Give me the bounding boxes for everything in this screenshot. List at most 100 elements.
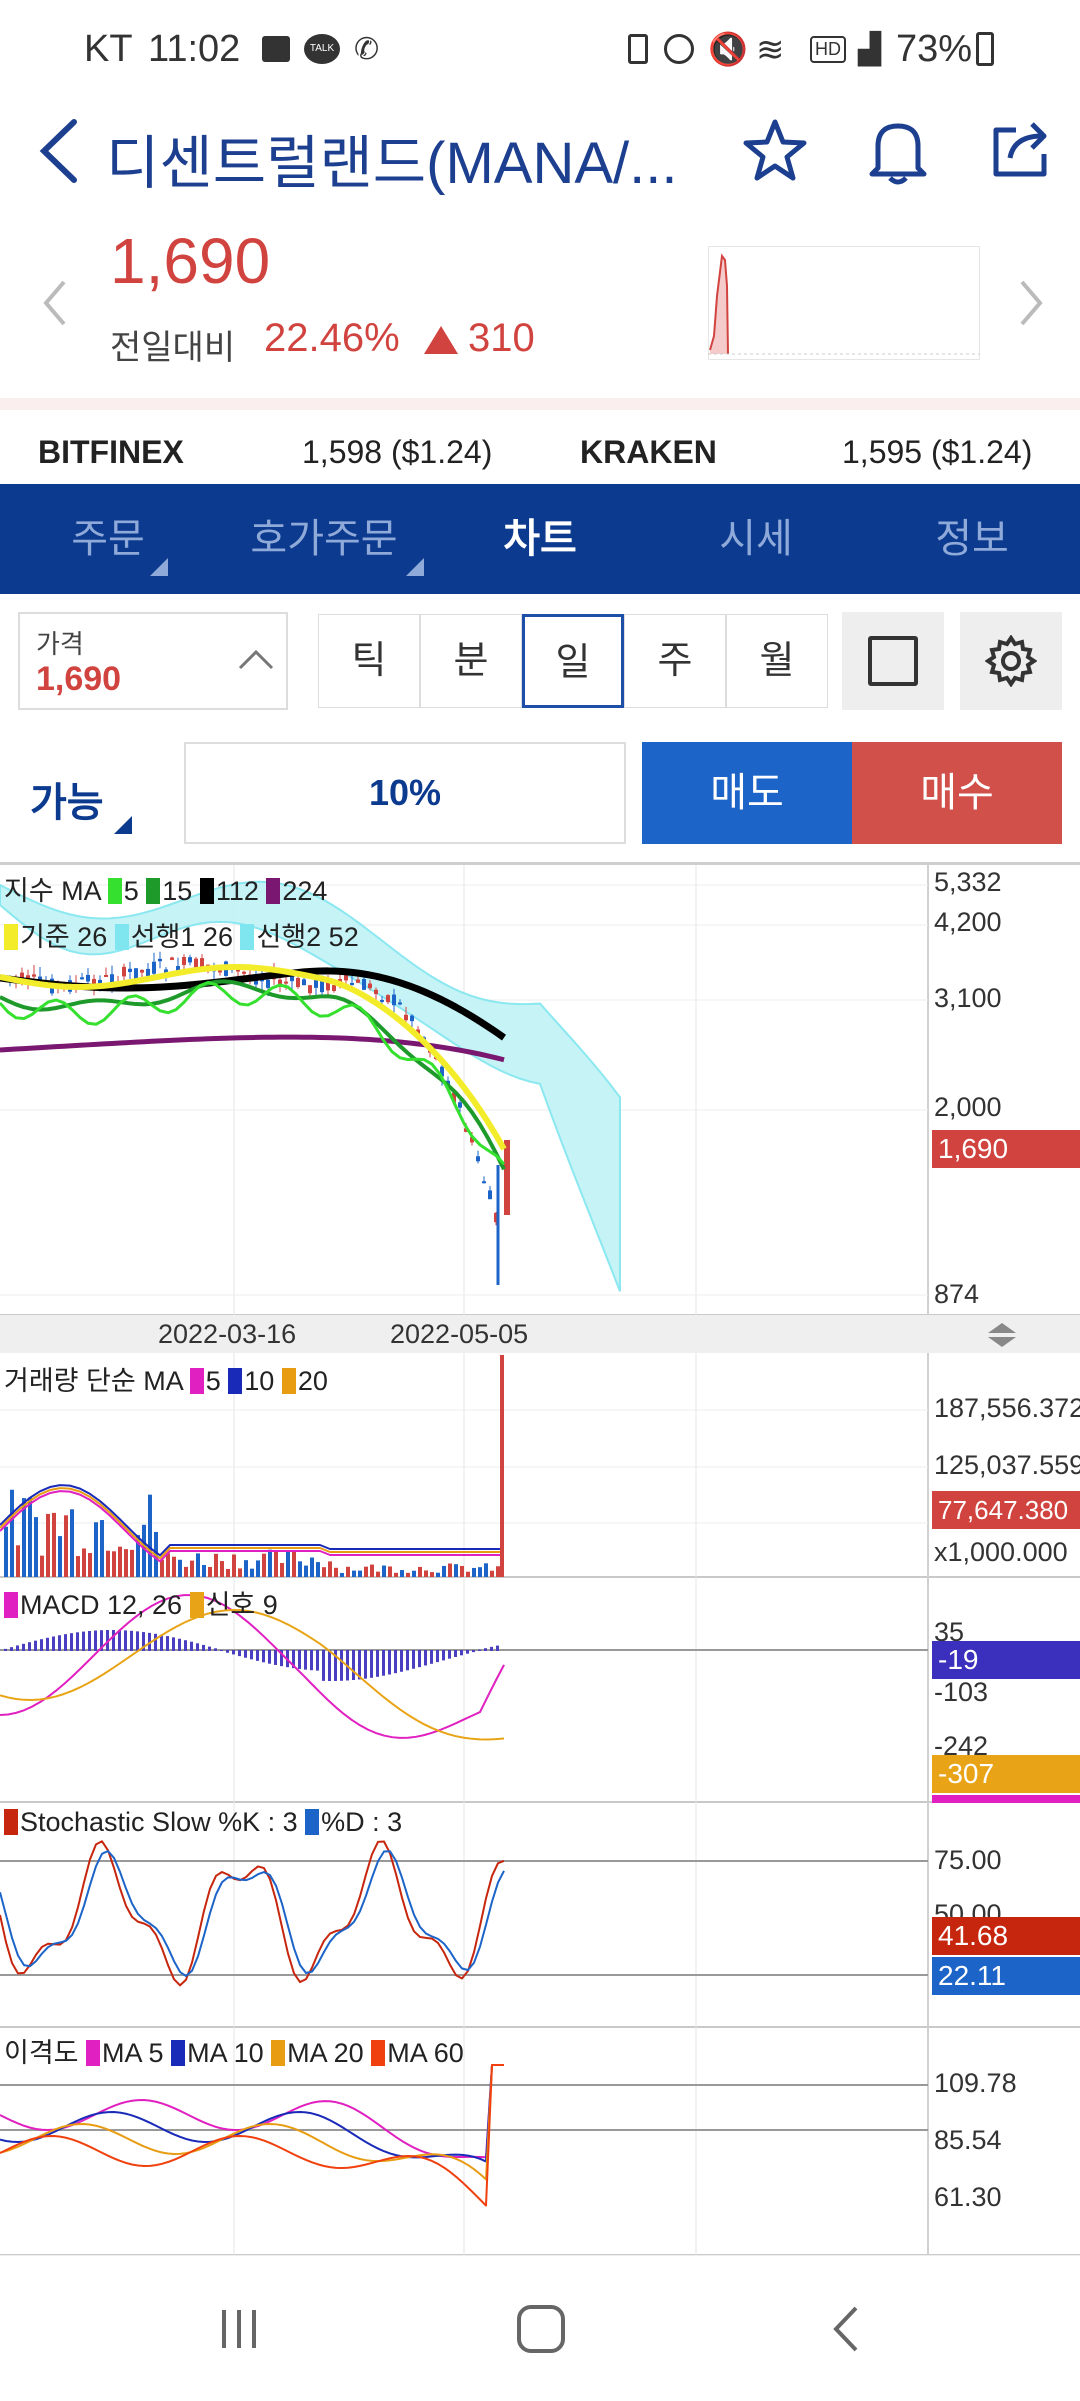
volume-bar bbox=[430, 1572, 434, 1577]
macd-badge: -19 bbox=[932, 1641, 1080, 1679]
star-icon[interactable] bbox=[742, 118, 808, 184]
gear-icon bbox=[985, 635, 1037, 687]
home-icon[interactable] bbox=[514, 2302, 568, 2356]
macd-bar bbox=[208, 1646, 211, 1651]
available-selector[interactable]: 가능 bbox=[0, 740, 170, 844]
volume-bar bbox=[472, 1567, 476, 1577]
tab-market[interactable]: 시세 bbox=[648, 484, 864, 594]
resize-handle-icon[interactable] bbox=[984, 1321, 1020, 1349]
settings-button[interactable] bbox=[960, 612, 1062, 710]
tab-chart[interactable]: 차트 bbox=[432, 484, 648, 594]
bell-icon[interactable] bbox=[866, 116, 930, 186]
legend-swatch bbox=[114, 924, 129, 950]
price-selector[interactable]: 가격 1,690 bbox=[18, 612, 288, 710]
tab-info[interactable]: 정보 bbox=[864, 484, 1080, 594]
macd-bar bbox=[166, 1636, 169, 1651]
candle-body bbox=[128, 968, 132, 973]
candle-body bbox=[362, 979, 366, 990]
legend-value: 5 bbox=[205, 1366, 221, 1396]
x-tick-label: 2022-03-16 bbox=[158, 1319, 297, 1349]
candle-body bbox=[350, 982, 354, 985]
macd-bar bbox=[412, 1650, 415, 1669]
volume-bar bbox=[34, 1517, 38, 1577]
dropdown-corner-icon bbox=[150, 558, 168, 576]
legend-swatch bbox=[199, 878, 214, 904]
macd-bar bbox=[490, 1646, 493, 1651]
volume-bar bbox=[394, 1572, 398, 1577]
y-tick-label: 874 bbox=[934, 1279, 980, 1309]
macd-bar bbox=[88, 1630, 91, 1651]
legend-swatch bbox=[171, 2040, 186, 2066]
prev-arrow-icon[interactable] bbox=[40, 278, 70, 328]
macd-bar bbox=[28, 1642, 31, 1651]
macd-bar bbox=[22, 1643, 25, 1651]
tab-order[interactable]: 주문 bbox=[0, 484, 216, 594]
volume-bar bbox=[226, 1568, 230, 1577]
candle-body bbox=[320, 981, 324, 993]
legend-swatch bbox=[240, 924, 255, 950]
volume-bar bbox=[250, 1568, 254, 1577]
signal-line bbox=[0, 1609, 505, 1741]
volume-bar bbox=[466, 1571, 470, 1577]
legend-title: 거래량 단순 MA bbox=[4, 1366, 183, 1396]
share-icon[interactable] bbox=[988, 116, 1054, 182]
macd-bar bbox=[178, 1638, 181, 1651]
period-week[interactable]: 주 bbox=[624, 614, 726, 708]
candle-body bbox=[332, 985, 336, 991]
volume-bar bbox=[178, 1559, 182, 1577]
volume-bar bbox=[496, 1566, 500, 1577]
candle-body bbox=[158, 958, 162, 962]
volume-bar bbox=[16, 1545, 20, 1577]
hd-icon: HD bbox=[810, 36, 846, 63]
legend-value: 선행2 52 bbox=[256, 922, 359, 952]
candle-body bbox=[504, 1140, 510, 1215]
talk-icon: TALK bbox=[304, 34, 340, 64]
candle-body bbox=[404, 1014, 408, 1021]
disparity-line bbox=[0, 2064, 504, 2207]
candle-body bbox=[488, 1190, 492, 1200]
recent-apps-icon[interactable] bbox=[214, 2304, 264, 2354]
current-price: 1,690 bbox=[110, 225, 271, 297]
legend-swatch bbox=[371, 2040, 386, 2066]
y-tick-label: 4,200 bbox=[934, 907, 1002, 937]
exchange-row: BITFINEX 1,598 ($1.24) KRAKEN 1,595 ($1.… bbox=[0, 420, 1080, 480]
chart-area[interactable]: 지수 MA 5 15 112 224 기준 26 선행1 26 선행2 52 5… bbox=[0, 865, 1080, 2255]
back-arrow-icon[interactable] bbox=[34, 116, 84, 186]
candle-body bbox=[482, 1181, 486, 1184]
macd-bar bbox=[340, 1650, 343, 1681]
next-arrow-icon[interactable] bbox=[1016, 278, 1046, 328]
sell-button[interactable]: 매도 bbox=[642, 742, 852, 844]
period-month[interactable]: 월 bbox=[726, 614, 828, 708]
volume-bar bbox=[328, 1561, 332, 1577]
legend-swatch bbox=[305, 1809, 320, 1835]
candle-body bbox=[374, 989, 378, 995]
macd-bar bbox=[496, 1645, 499, 1651]
macd-bar bbox=[4, 1648, 7, 1651]
volume-bar bbox=[220, 1561, 224, 1577]
volume-bar bbox=[274, 1550, 278, 1577]
buy-button[interactable]: 매수 bbox=[852, 742, 1062, 844]
period-minute[interactable]: 분 bbox=[420, 614, 522, 708]
fullscreen-button[interactable] bbox=[842, 612, 944, 710]
candle-body bbox=[140, 969, 144, 973]
volume-bar bbox=[64, 1515, 68, 1577]
volume-bar bbox=[124, 1549, 128, 1577]
candle-body bbox=[104, 974, 108, 977]
candle-body bbox=[152, 961, 156, 974]
macd-bar bbox=[232, 1650, 235, 1655]
period-day[interactable]: 일 bbox=[522, 614, 624, 708]
tab-quote-order[interactable]: 호가주문 bbox=[216, 484, 432, 594]
volume-bar bbox=[442, 1565, 446, 1577]
volume-bar bbox=[214, 1553, 218, 1577]
macd-bar bbox=[220, 1650, 223, 1652]
alarm-icon bbox=[664, 34, 694, 64]
volume-bar bbox=[256, 1560, 260, 1577]
nav-back-icon[interactable] bbox=[826, 2304, 866, 2354]
carrier-label: KT bbox=[84, 28, 133, 70]
macd-bar bbox=[52, 1636, 55, 1651]
dropdown-corner-icon bbox=[114, 816, 132, 834]
percent-selector[interactable]: 10% bbox=[184, 742, 626, 844]
period-tick[interactable]: 틱 bbox=[318, 614, 420, 708]
volume-bar bbox=[436, 1572, 440, 1577]
volume-bar bbox=[448, 1563, 452, 1577]
